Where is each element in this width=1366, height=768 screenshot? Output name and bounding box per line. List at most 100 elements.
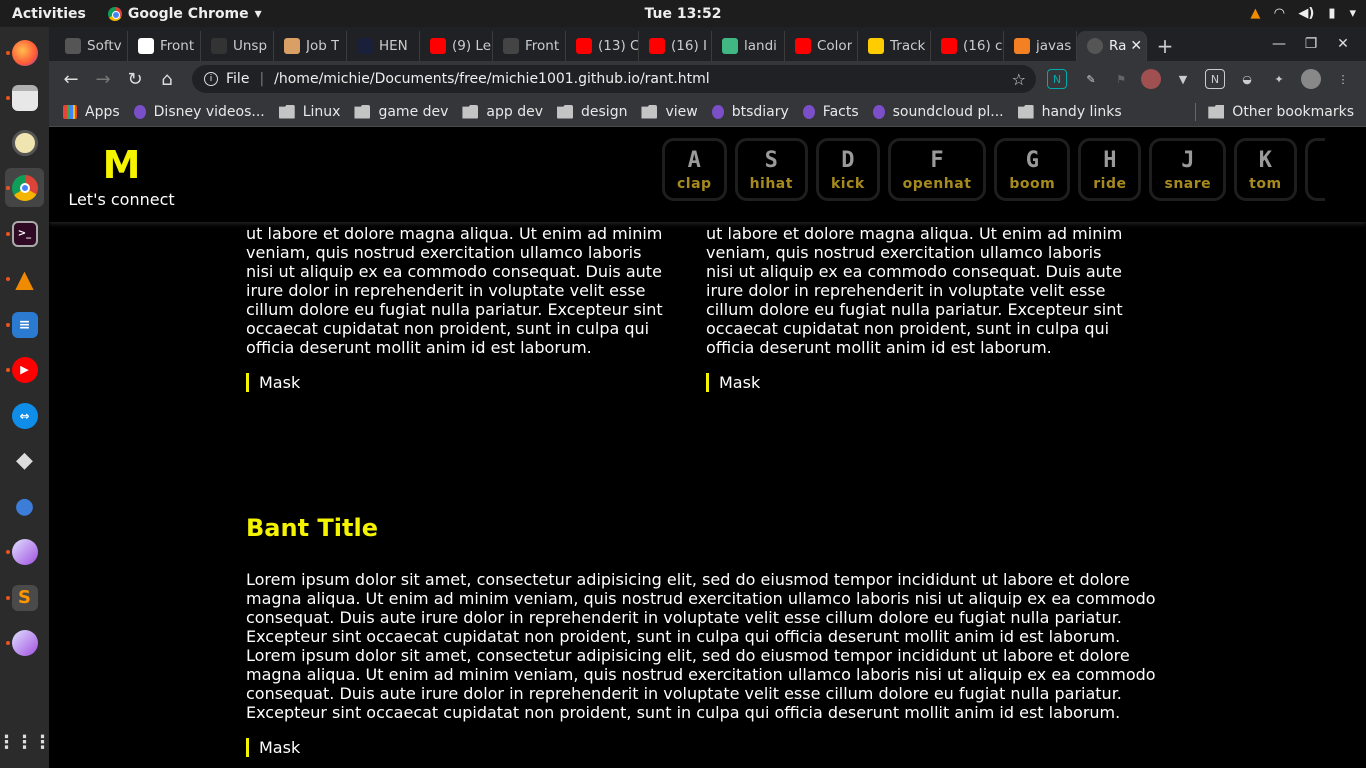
drum-key-snare[interactable]: Jsnare [1149,138,1227,201]
unsplash-icon [211,38,227,54]
bookmark-item[interactable]: app dev [462,104,543,120]
tab[interactable]: Job T [274,31,347,61]
info-icon[interactable]: i [204,72,218,86]
tab[interactable]: Front [493,31,566,61]
vlc-tray-icon[interactable]: ▲ [1250,6,1260,21]
bookmark-item[interactable]: view [641,103,698,120]
drum-key-partial[interactable] [1304,138,1325,201]
close-window-icon[interactable]: ✕ [1330,36,1356,52]
bookmark-item[interactable]: design [557,104,627,120]
rant-tag[interactable]: Mask [246,738,1166,757]
bookmark-item[interactable]: Disney videos... [133,104,265,120]
tab-label: Track [890,38,926,54]
bookmark-icon[interactable]: ⚑ [1111,69,1131,89]
star-icon[interactable]: ☆ [1012,70,1026,89]
maximize-icon[interactable]: ❐ [1298,36,1324,52]
dock-youtube-music[interactable]: ▶ [5,350,44,389]
tab[interactable]: javas [1004,31,1077,61]
activities-button[interactable]: Activities [12,6,86,22]
drum-key-clap[interactable]: Aclap [662,138,727,201]
drum-key-tom[interactable]: Ktom [1234,138,1297,201]
show-applications-button[interactable]: ⋮⋮⋮ [0,723,52,762]
home-icon[interactable]: ⌂ [151,69,183,90]
tab[interactable]: Color [785,31,858,61]
bookmark-item[interactable]: btsdiary [711,104,789,120]
new-tab-button[interactable]: + [1147,31,1183,61]
tab[interactable]: Unsp [201,31,274,61]
bookmark-item[interactable]: Apps [63,104,120,120]
dock-rhythmbox[interactable] [5,123,44,162]
dock-writer[interactable]: ≡ [5,305,44,344]
dock-app[interactable] [5,623,44,662]
bookmark-item[interactable]: Facts [802,104,859,120]
connect-link[interactable]: Let's connect [49,190,194,209]
youtube-icon [941,38,957,54]
bookmark-label: handy links [1041,103,1122,120]
tab[interactable]: landi [712,31,785,61]
dock-app[interactable] [5,532,44,571]
avatar[interactable] [1301,69,1321,89]
extension-n-icon[interactable]: N [1047,69,1067,89]
key-letter: K [1258,147,1272,173]
bookmark-item[interactable]: game dev [354,104,448,120]
site-logo[interactable]: M Let's connect [49,144,194,209]
tab[interactable]: (9) Le [420,31,493,61]
eyedropper-icon[interactable]: ✎ [1081,69,1101,89]
tab-active[interactable]: Ra ✕ [1077,31,1147,61]
key-sound-label: clap [677,175,712,192]
app-menu[interactable]: Google Chrome ▾ [107,6,262,22]
dock-krita[interactable]: ● [5,487,44,526]
bookmark-item[interactable]: Linux [278,104,340,120]
bookmark-favicon-icon [802,104,815,119]
tab-label: javas [1036,38,1072,54]
dock-inkscape[interactable]: ◆ [5,441,44,480]
extension-icon[interactable] [1141,69,1161,89]
rant-tag[interactable]: Mask [706,373,1126,392]
tab[interactable]: Track [858,31,931,61]
drum-key-openhat[interactable]: Fopenhat [887,138,987,201]
tab[interactable]: Softv [55,31,128,61]
drum-key-ride[interactable]: Hride [1078,138,1142,201]
key-sound-label: tom [1249,175,1282,192]
minimize-icon[interactable]: — [1266,36,1292,52]
reload-icon[interactable]: ↻ [119,69,151,90]
tab-label: (9) Le [452,38,492,54]
forward-arrow-icon[interactable]: → [87,69,119,90]
address-bar[interactable]: i File | /home/michie/Documents/free/mic… [192,65,1036,93]
bookmark-item[interactable]: soundcloud pl... [872,104,1004,120]
stackoverflow-icon [1014,38,1030,54]
extension-icon[interactable]: ◒ [1237,69,1257,89]
notion-icon[interactable]: N [1205,69,1225,89]
tag-bar [246,373,249,392]
bookmark-label: view [665,103,698,120]
close-tab-icon[interactable]: ✕ [1130,38,1142,54]
teamviewer-icon: ⇔ [11,402,38,429]
tab[interactable]: (16) I [639,31,712,61]
tab[interactable]: (13) C [566,31,639,61]
drum-key-kick[interactable]: Dkick [815,138,880,201]
tab[interactable]: (16) c [931,31,1004,61]
clock[interactable]: Tue 13:52 [645,6,722,22]
dock-terminal[interactable]: >_ [5,214,44,253]
dock-chrome[interactable] [5,168,44,207]
drum-key-boom[interactable]: Gboom [994,138,1071,201]
dock-vlc[interactable]: ▲ [5,259,44,298]
bookmark-item[interactable]: handy links [1017,103,1122,120]
running-indicator [6,277,10,281]
vue-devtools-icon[interactable]: ▼ [1173,69,1193,89]
dock-sublime[interactable]: S [5,578,44,617]
tab[interactable]: Front [128,31,201,61]
puzzle-icon[interactable]: ✦ [1269,69,1289,89]
other-bookmarks[interactable]: Other bookmarks [1208,104,1354,120]
back-arrow-icon[interactable]: ← [55,69,87,90]
dock-firefox[interactable] [5,33,44,72]
bookmark-label: game dev [378,103,449,120]
tab[interactable]: HEN [347,31,420,61]
divider [1195,102,1196,121]
drum-key-hihat[interactable]: Shihat [734,138,808,201]
rant-tag[interactable]: Mask [246,373,666,392]
dock-files[interactable] [5,78,44,117]
dock-teamviewer[interactable]: ⇔ [5,396,44,435]
menu-icon[interactable]: ⋮ [1333,69,1353,89]
system-tray[interactable]: ▲ ◠ ◀) ▮ ▾ [1250,6,1356,21]
